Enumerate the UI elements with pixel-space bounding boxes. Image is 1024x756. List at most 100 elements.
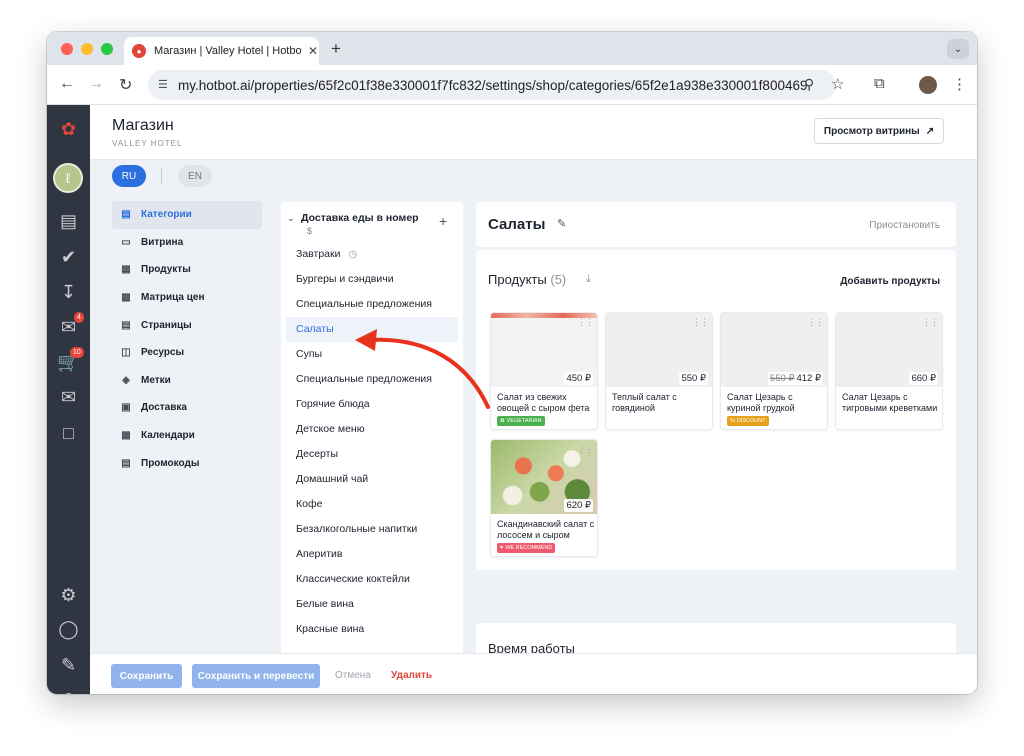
category-item[interactable]: Десерты: [286, 442, 458, 467]
category-item[interactable]: Бургеры и сэндвичи: [286, 267, 458, 292]
cart-icon[interactable]: 🛒: [47, 352, 90, 373]
reload-icon[interactable]: ↻: [119, 75, 132, 95]
browser-tab[interactable]: ● Магазин | Valley Hotel | Hotbot ✕: [124, 37, 319, 65]
hotbot-logo-icon[interactable]: ✿: [47, 119, 90, 140]
price-value: 620 ₽: [566, 500, 591, 511]
tag-label: VEGETARIAN: [506, 418, 542, 424]
url-text: my.hotbot.ai/properties/65f2c01f38e33000…: [178, 77, 808, 93]
view-store-label: Просмотр витрины: [823, 125, 920, 137]
view-store-button[interactable]: Просмотр витрины ↗: [814, 118, 944, 144]
browser-window: ● Магазин | Valley Hotel | Hotbot ✕ + ⌄ …: [47, 32, 977, 694]
edit-title-pencil-icon[interactable]: ✎: [557, 217, 566, 230]
drag-handle-icon[interactable]: ⋮⋮: [922, 317, 939, 328]
category-title: Салаты: [488, 216, 546, 233]
category-item[interactable]: Аперитив: [286, 542, 458, 567]
product-card[interactable]: ⋮⋮ 620 ₽ Скандинавский салат с лососем и с…: [490, 439, 598, 557]
address-bar[interactable]: ☰ my.hotbot.ai/properties/65f2c01f38e330…: [148, 70, 844, 100]
old-price: 550 ₽: [769, 373, 795, 384]
category-item[interactable]: Красные вина: [286, 617, 458, 642]
category-item[interactable]: Специальные предложения: [286, 367, 458, 392]
bookmark-star-icon[interactable]: ☆: [831, 75, 844, 93]
product-price: 550 ₽: [679, 372, 708, 385]
settings-nav-item[interactable]: ▭ Витрина: [112, 229, 262, 257]
settings-nav-item[interactable]: ▤ Страницы: [112, 311, 262, 339]
new-tab-icon[interactable]: +: [331, 39, 341, 59]
product-card[interactable]: ⋮⋮ 660 ₽ Салат Цезарь с тигровыми креветка…: [835, 312, 943, 430]
extensions-icon[interactable]: ⧉: [874, 75, 885, 92]
product-card[interactable]: ⋮⋮ 550 ₽ Теплый салат с говядиной: [605, 312, 713, 430]
browser-menu-icon[interactable]: ⋮: [952, 75, 967, 93]
settings-nav-item[interactable]: ▦ Продукты: [112, 256, 262, 284]
drag-handle-icon[interactable]: ⋮⋮: [577, 317, 594, 328]
zoom-icon[interactable]: ⚲: [804, 76, 814, 93]
price-value: 450 ₽: [566, 373, 591, 384]
settings-nav-item[interactable]: ◈ Метки: [112, 367, 262, 395]
category-item[interactable]: Домашний чай: [286, 467, 458, 492]
category-item[interactable]: Супы: [286, 342, 458, 367]
category-item[interactable]: Детское меню: [286, 417, 458, 442]
category-item[interactable]: Классические коктейли: [286, 567, 458, 592]
category-label: Белые вина: [296, 598, 354, 610]
edit-pencil-icon[interactable]: ✎: [47, 655, 90, 676]
category-group-title[interactable]: Доставка еды в номер: [301, 212, 461, 224]
save-and-translate-button[interactable]: Сохранить и перевести: [192, 664, 320, 688]
add-products-button[interactable]: Добавить продукты: [840, 276, 940, 287]
tag-label: DISCOUNT: [736, 418, 766, 424]
category-item[interactable]: Специальные предложения: [286, 292, 458, 317]
lang-ru-button[interactable]: RU: [112, 165, 146, 187]
products-card: Продукты (5) ⤓ Добавить продукты ⋮⋮ 450 ₽…: [476, 250, 956, 570]
cancel-button[interactable]: Отмена: [335, 670, 371, 681]
chat-icon[interactable]: □: [47, 423, 90, 444]
drag-handle-icon[interactable]: ⋮⋮: [577, 444, 594, 455]
settings-nav-item[interactable]: ◫ Ресурсы: [112, 339, 262, 367]
category-item[interactable]: Горячие блюда: [286, 392, 458, 417]
category-label: Бургеры и сэндвичи: [296, 273, 394, 285]
price-value: 550 ₽: [681, 373, 706, 384]
help-icon[interactable]: ?: [47, 691, 90, 694]
price-matrix-icon: ▩: [121, 292, 131, 304]
category-item[interactable]: Завтраки ◷: [286, 242, 458, 267]
download-icon[interactable]: ⤓: [586, 273, 591, 286]
inbox-tray-icon[interactable]: ↧: [47, 282, 90, 303]
minimize-window-button[interactable]: [81, 43, 93, 55]
category-item[interactable]: Безалкогольные напитки: [286, 517, 458, 542]
product-card[interactable]: ⋮⋮ 450 ₽ Салат из свежих овощей с сыром фе…: [490, 312, 598, 430]
page-title: Магазин: [112, 117, 174, 134]
product-price: 450 ₽: [564, 372, 593, 385]
delete-button[interactable]: Удалить: [391, 670, 432, 681]
collapse-chevron-icon[interactable]: ⌄: [287, 213, 295, 224]
close-tab-icon[interactable]: ✕: [308, 44, 318, 58]
product-card[interactable]: ⋮⋮ 550 ₽412 ₽ Салат Цезарь с куриной грудк…: [720, 312, 828, 430]
lang-en-button[interactable]: EN: [178, 165, 212, 187]
products-title: Продукты (5): [488, 272, 566, 287]
close-window-button[interactable]: [61, 43, 73, 55]
settings-nav-item[interactable]: ▣ Доставка: [112, 394, 262, 422]
maximize-window-button[interactable]: [101, 43, 113, 55]
site-settings-icon[interactable]: ☰: [158, 78, 168, 91]
save-button[interactable]: Сохранить: [111, 664, 182, 688]
forward-icon[interactable]: →: [88, 75, 104, 93]
back-icon[interactable]: ←: [59, 75, 75, 93]
profile-avatar[interactable]: [919, 76, 937, 94]
analytics-icon[interactable]: ▤: [47, 211, 90, 232]
settings-nav-item[interactable]: ▦ Календари: [112, 422, 262, 450]
category-item[interactable]: Кофе: [286, 492, 458, 517]
settings-gear-icon[interactable]: ⚙: [47, 585, 90, 606]
inbox-messages-icon[interactable]: ✉: [47, 317, 90, 338]
pages-icon: ▤: [121, 319, 131, 331]
user-profile-icon[interactable]: ◯: [47, 619, 90, 640]
settings-nav-item[interactable]: ▤ Категории: [112, 201, 262, 229]
property-avatar[interactable]: ℓ: [53, 163, 83, 193]
category-item[interactable]: Белые вина: [286, 592, 458, 617]
calendar-icon: ▦: [121, 430, 131, 442]
mail-icon[interactable]: ✉: [47, 387, 90, 408]
settings-nav-item[interactable]: ▤ Промокоды: [112, 449, 262, 477]
add-category-icon[interactable]: +: [439, 213, 447, 229]
category-item[interactable]: Салаты: [286, 317, 458, 342]
tab-search-icon[interactable]: ⌄: [947, 39, 969, 59]
settings-nav-item[interactable]: ▩ Матрица цен: [112, 284, 262, 312]
pause-category-button[interactable]: Приостановить: [869, 220, 940, 231]
tasks-check-icon[interactable]: ✔: [47, 247, 90, 268]
drag-handle-icon[interactable]: ⋮⋮: [807, 317, 824, 328]
drag-handle-icon[interactable]: ⋮⋮: [692, 317, 709, 328]
